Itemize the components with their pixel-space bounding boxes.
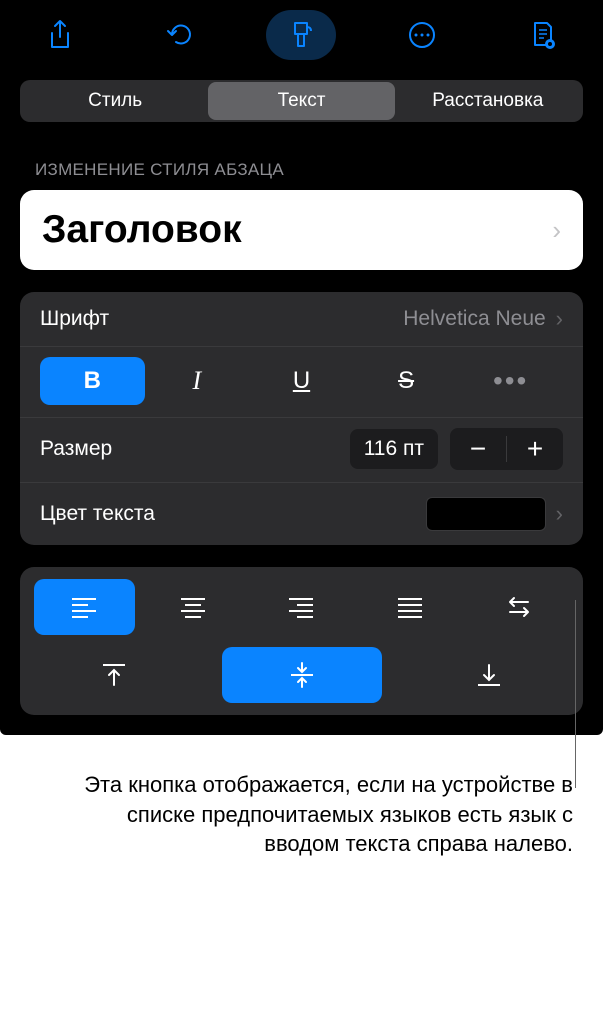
- valign-top-icon: [100, 661, 128, 689]
- callout-leader-line: [575, 600, 576, 788]
- chevron-right-icon: ›: [552, 215, 561, 246]
- align-right-icon: [287, 596, 315, 618]
- size-label: Размер: [40, 437, 338, 461]
- text-color-row[interactable]: Цвет текста ›: [20, 483, 583, 545]
- document-options-icon: [529, 20, 557, 50]
- inspector-tabs: Стиль Текст Расстановка: [20, 80, 583, 122]
- size-increase-button[interactable]: +: [507, 428, 563, 470]
- font-label: Шрифт: [40, 307, 403, 331]
- align-right-button[interactable]: [251, 579, 352, 635]
- format-button[interactable]: [266, 10, 336, 60]
- share-button[interactable]: [25, 10, 95, 60]
- size-value[interactable]: 116 пт: [350, 429, 438, 469]
- paragraph-style-selector[interactable]: Заголовок ›: [20, 190, 583, 270]
- align-justify-button[interactable]: [360, 579, 461, 635]
- underline-button[interactable]: U: [249, 357, 354, 405]
- more-icon: [407, 20, 437, 50]
- size-stepper: − +: [450, 428, 563, 470]
- align-center-icon: [179, 596, 207, 618]
- bold-button[interactable]: B: [40, 357, 145, 405]
- text-color-swatch: [426, 497, 546, 531]
- tab-text[interactable]: Текст: [208, 82, 394, 120]
- font-row[interactable]: Шрифт Helvetica Neue ›: [20, 292, 583, 347]
- callout-wrapper: Эта кнопка отображается, если на устройс…: [0, 735, 603, 859]
- vertical-align-row: [34, 647, 569, 703]
- tab-style[interactable]: Стиль: [22, 82, 208, 120]
- paragraph-style-header: Изменение стиля абзаца: [0, 142, 603, 190]
- font-value: Helvetica Neue: [403, 307, 545, 331]
- chevron-right-icon: ›: [556, 306, 563, 332]
- strikethrough-button[interactable]: S: [354, 357, 459, 405]
- callout-text: Эта кнопка отображается, если на устройс…: [0, 735, 603, 859]
- italic-button[interactable]: I: [145, 357, 250, 405]
- inspector-panel: Стиль Текст Расстановка Изменение стиля …: [0, 0, 603, 735]
- align-center-button[interactable]: [143, 579, 244, 635]
- size-row: Размер 116 пт − +: [20, 418, 583, 483]
- more-button[interactable]: [387, 10, 457, 60]
- text-direction-icon: [504, 595, 534, 619]
- document-options-button[interactable]: [508, 10, 578, 60]
- text-format-row: B I U S •••: [20, 347, 583, 418]
- horizontal-align-row: [34, 579, 569, 635]
- undo-icon: [166, 20, 196, 50]
- alignment-group: [20, 567, 583, 715]
- align-left-button[interactable]: [34, 579, 135, 635]
- valign-middle-icon: [288, 661, 316, 689]
- size-decrease-button[interactable]: −: [450, 428, 506, 470]
- top-toolbar: [0, 0, 603, 80]
- align-left-icon: [70, 596, 98, 618]
- align-justify-icon: [396, 596, 424, 618]
- chevron-right-icon: ›: [556, 501, 563, 527]
- valign-top-button[interactable]: [34, 647, 194, 703]
- paragraph-style-name: Заголовок: [42, 208, 242, 252]
- share-icon: [47, 19, 73, 51]
- valign-bottom-button[interactable]: [409, 647, 569, 703]
- valign-bottom-icon: [475, 661, 503, 689]
- undo-button[interactable]: [146, 10, 216, 60]
- text-format-more-button[interactable]: •••: [458, 357, 563, 405]
- format-brush-icon: [287, 20, 315, 50]
- text-direction-button[interactable]: [468, 579, 569, 635]
- text-color-label: Цвет текста: [40, 502, 426, 526]
- text-settings-group: Шрифт Helvetica Neue › B I U S ••• Разме…: [20, 292, 583, 545]
- valign-middle-button[interactable]: [222, 647, 382, 703]
- tab-arrange[interactable]: Расстановка: [395, 82, 581, 120]
